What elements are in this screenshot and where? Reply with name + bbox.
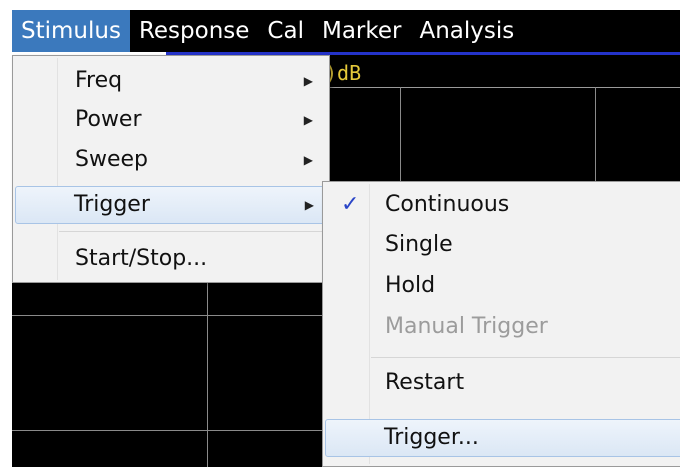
trigger-submenu: ✓ Continuous Single Hold Manual Trigger … bbox=[322, 181, 680, 467]
menu-item-label: Start/Stop... bbox=[75, 246, 208, 271]
menu-item-label: Power bbox=[75, 107, 142, 132]
menu-item-label: Trigger bbox=[74, 192, 150, 217]
stimulus-menu: Freq ▶ Power ▶ Sweep ▶ Trigger ▶ Start/S… bbox=[12, 55, 330, 283]
submenu-arrow-icon: ▶ bbox=[303, 74, 313, 88]
menu-item-label: Manual Trigger bbox=[385, 314, 548, 339]
menu-item-label: Trigger... bbox=[384, 425, 479, 450]
submenu-arrow-icon: ▶ bbox=[303, 113, 313, 127]
menu-item-restart[interactable]: Restart bbox=[325, 364, 680, 402]
menu-item-single[interactable]: Single bbox=[325, 226, 680, 264]
scale-readout: )dB bbox=[325, 61, 362, 85]
menu-item-label: Hold bbox=[385, 273, 436, 298]
menu-marker[interactable]: Marker bbox=[313, 10, 411, 52]
submenu-arrow-icon: ▶ bbox=[303, 153, 313, 167]
menu-analysis[interactable]: Analysis bbox=[410, 10, 523, 52]
menu-item-manual-trigger: Manual Trigger bbox=[325, 308, 680, 346]
menu-item-trigger-dialog[interactable]: Trigger... bbox=[325, 419, 680, 457]
menu-bar: Stimulus Response Cal Marker Analysis bbox=[12, 10, 680, 55]
menu-item-trigger[interactable]: Trigger ▶ bbox=[15, 186, 327, 224]
menu-item-label: Freq bbox=[75, 68, 123, 93]
menu-response[interactable]: Response bbox=[130, 10, 258, 52]
menu-cal[interactable]: Cal bbox=[258, 10, 313, 52]
menu-item-continuous[interactable]: ✓ Continuous bbox=[325, 186, 680, 224]
submenu-arrow-icon: ▶ bbox=[304, 198, 314, 212]
menu-separator bbox=[371, 357, 680, 358]
checkmark-icon: ✓ bbox=[341, 192, 360, 217]
menu-item-label: Sweep bbox=[75, 147, 148, 172]
menu-item-hold[interactable]: Hold bbox=[325, 267, 680, 305]
menu-item-label: Continuous bbox=[385, 192, 510, 217]
menu-stimulus[interactable]: Stimulus bbox=[12, 10, 130, 52]
menu-separator bbox=[59, 231, 323, 232]
menu-item-label: Restart bbox=[385, 370, 465, 395]
menu-item-sweep[interactable]: Sweep ▶ bbox=[15, 141, 327, 179]
menu-item-freq[interactable]: Freq ▶ bbox=[15, 62, 327, 100]
menu-item-power[interactable]: Power ▶ bbox=[15, 101, 327, 139]
menu-item-label: Single bbox=[385, 232, 453, 257]
menu-item-start-stop[interactable]: Start/Stop... bbox=[15, 240, 327, 278]
